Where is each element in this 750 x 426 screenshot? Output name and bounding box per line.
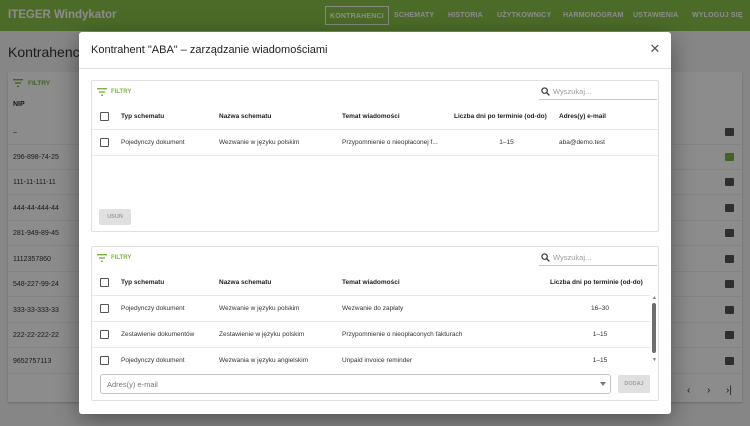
cell-name: Wezwania w języku angielskim — [219, 346, 342, 373]
table-row[interactable]: Pojedynczy dokument Wezwanie w języku po… — [92, 294, 650, 321]
row-checkbox[interactable] — [100, 303, 109, 313]
column-header-days[interactable]: Liczba dni po terminie (od-do) — [550, 270, 650, 295]
scroll-down-icon[interactable]: ▼ — [652, 357, 657, 363]
select-all-checkbox[interactable] — [100, 277, 109, 287]
search-icon — [541, 87, 550, 96]
email-placeholder: Adres(y) e-mail — [107, 380, 158, 389]
email-select[interactable]: Adres(y) e-mail — [100, 374, 611, 394]
search-box[interactable] — [539, 84, 657, 100]
cell-name: Wezwanie w języku polskim — [219, 294, 342, 321]
cell-subject: Wezwanie do zapłaty — [342, 294, 550, 321]
cell-type: Pojedynczy dokument — [121, 346, 219, 373]
column-header-days[interactable]: Liczba dni po terminie (od-do) — [454, 104, 559, 129]
assigned-schemes-panel: FILTRY Typ schematu Nazwa schematu Temat… — [91, 80, 659, 232]
row-checkbox[interactable] — [100, 329, 109, 339]
close-icon[interactable]: ✕ — [648, 42, 662, 56]
filters-label: FILTRY — [111, 255, 132, 261]
cell-email: aba@demo.test — [559, 128, 659, 155]
search-input[interactable] — [553, 253, 653, 262]
column-header-name[interactable]: Nazwa schematu — [219, 104, 342, 129]
table-row[interactable]: Pojedynczy dokument Wezwania w języku an… — [92, 346, 650, 373]
cell-days: 16–30 — [550, 294, 650, 321]
cell-subject: Unpaid invoice reminder — [342, 346, 550, 373]
add-button[interactable]: DODAJ — [618, 375, 650, 393]
scroll-thumb[interactable] — [652, 303, 656, 353]
cell-days: 1–15 — [550, 346, 650, 373]
chevron-down-icon[interactable] — [600, 382, 606, 386]
dialog-divider — [79, 68, 671, 69]
column-header-subject[interactable]: Temat wiadomości — [342, 104, 454, 129]
cell-subject: Przypomnienie o nieopłaconych fakturach — [342, 320, 550, 347]
cell-days: 1–15 — [550, 320, 650, 347]
cell-type: Zestawienie dokumentów — [121, 320, 219, 347]
column-header-name[interactable]: Nazwa schematu — [219, 270, 342, 295]
column-header-type[interactable]: Typ schematu — [121, 270, 219, 295]
assigned-schemes-table: Typ schematu Nazwa schematu Temat wiadom… — [92, 104, 659, 203]
column-header-email[interactable]: Adres(y) e-mail — [559, 104, 659, 129]
cell-days: 1–15 — [454, 128, 559, 155]
table-row[interactable]: Pojedynczy dokument Wezwanie w języku po… — [92, 128, 659, 155]
search-box[interactable] — [539, 250, 657, 266]
table-scrollbar[interactable]: ▲ ▼ — [650, 295, 658, 367]
filter-icon — [97, 88, 107, 96]
search-icon — [541, 253, 550, 262]
cell-type: Pojedynczy dokument — [121, 128, 219, 155]
table-row[interactable]: Zestawienie dokumentów Zestawienie w jęz… — [92, 320, 650, 347]
search-input[interactable] — [553, 87, 653, 96]
column-header-type[interactable]: Typ schematu — [121, 104, 219, 129]
cell-name: Zestawienie w języku polskim — [219, 320, 342, 347]
dialog-title: Kontrahent "ABA" – zarządzanie wiadomośc… — [91, 44, 328, 56]
filters-label: FILTRY — [111, 89, 132, 95]
filter-icon — [97, 254, 107, 262]
cell-type: Pojedynczy dokument — [121, 294, 219, 321]
cell-name: Wezwanie w języku polskim — [219, 128, 342, 155]
empty-table-area — [92, 154, 659, 203]
message-management-dialog: Kontrahent "ABA" – zarządzanie wiadomośc… — [79, 32, 671, 414]
delete-button[interactable]: USUŃ — [99, 209, 131, 225]
available-schemes-table: Typ schematu Nazwa schematu Temat wiadom… — [92, 270, 650, 373]
cell-subject: Przypomnienie o nieopłaconej f... — [342, 128, 454, 155]
available-schemes-panel: FILTRY Typ schematu Nazwa schematu Temat… — [91, 246, 659, 401]
row-checkbox[interactable] — [100, 137, 109, 147]
scroll-up-icon[interactable]: ▲ — [652, 295, 657, 301]
filters-button[interactable]: FILTRY — [97, 86, 131, 98]
select-all-checkbox[interactable] — [100, 111, 109, 121]
row-checkbox[interactable] — [100, 355, 109, 365]
column-header-subject[interactable]: Temat wiadomości — [342, 270, 550, 295]
filters-button[interactable]: FILTRY — [97, 252, 131, 264]
